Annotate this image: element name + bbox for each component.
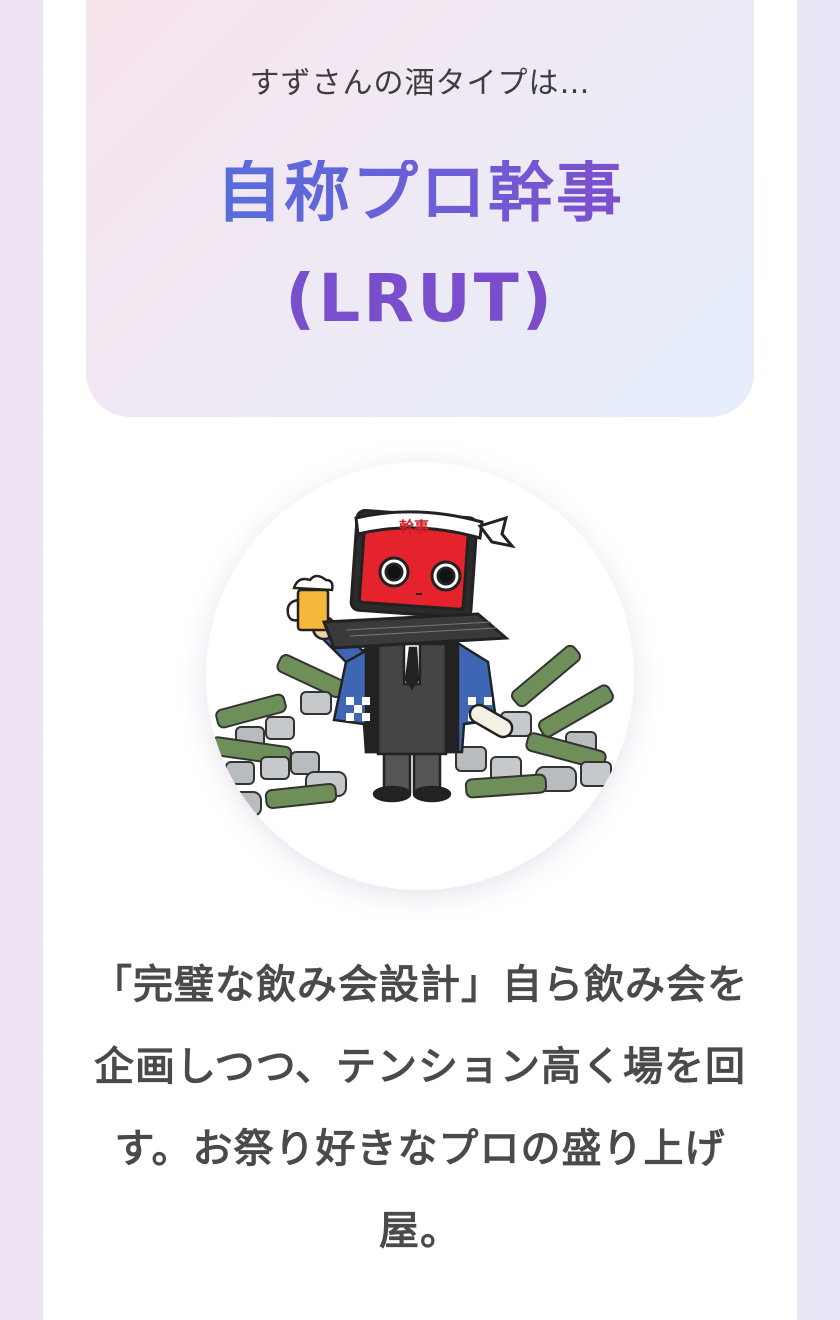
type-illustration: 幹事 xyxy=(206,462,634,890)
type-description: 「完璧な飲み会設計」自ら飲み会を企画しつつ、テンション高く場を回す。お祭り好きな… xyxy=(92,962,748,1254)
type-name: 自称プロ幹事 xyxy=(86,160,754,226)
result-subtitle: すずさんの酒タイプは… xyxy=(249,66,591,101)
headband-text: 幹事 xyxy=(399,518,429,536)
type-code: (LRUT) xyxy=(86,266,754,332)
